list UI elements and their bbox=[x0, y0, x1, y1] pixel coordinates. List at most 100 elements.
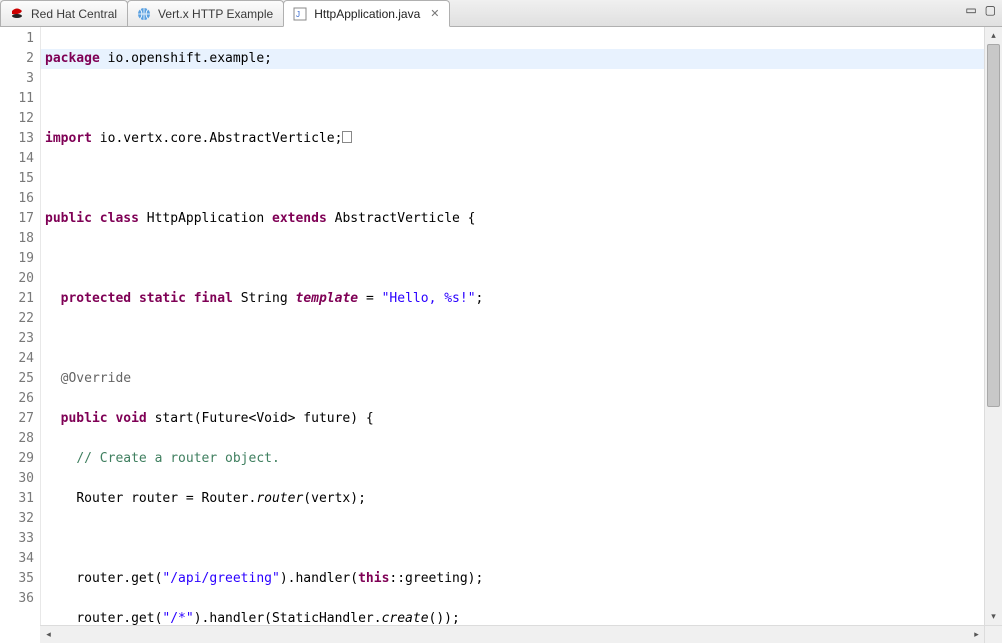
keyword: void bbox=[115, 411, 146, 426]
line-number: 20 bbox=[0, 269, 40, 289]
code-text: ::greeting); bbox=[389, 571, 483, 586]
line-number: 1 bbox=[0, 29, 40, 49]
code-text: AbstractVerticle { bbox=[327, 211, 476, 226]
horizontal-scrollbar[interactable]: ◂ ▸ bbox=[40, 625, 985, 643]
code-line[interactable] bbox=[41, 329, 984, 349]
keyword: class bbox=[100, 211, 139, 226]
tab-red-hat-central[interactable]: Red Hat Central bbox=[0, 0, 128, 26]
tab-label: Vert.x HTTP Example bbox=[158, 7, 273, 21]
line-number: 35 bbox=[0, 569, 40, 589]
line-number: 17 bbox=[0, 209, 40, 229]
code-line[interactable] bbox=[41, 89, 984, 109]
scroll-corner bbox=[984, 625, 1002, 643]
scroll-thumb[interactable] bbox=[987, 44, 1000, 407]
code-body[interactable]: package io.openshift.example; import io.… bbox=[41, 27, 984, 625]
method: create bbox=[382, 611, 429, 625]
close-icon[interactable]: ✕ bbox=[430, 7, 439, 20]
scroll-left-icon[interactable]: ◂ bbox=[40, 626, 57, 643]
code-text: start(Future<Void> future) { bbox=[147, 411, 374, 426]
line-number: 15 bbox=[0, 169, 40, 189]
scroll-track[interactable] bbox=[985, 44, 1002, 608]
code-text: io.vertx.core.AbstractVerticle; bbox=[92, 131, 342, 146]
keyword: package bbox=[45, 51, 100, 66]
code-text: HttpApplication bbox=[139, 211, 272, 226]
line-number: 26 bbox=[0, 389, 40, 409]
line-number: 27 bbox=[0, 409, 40, 429]
code-line[interactable]: @Override bbox=[41, 369, 984, 389]
line-number: 31 bbox=[0, 489, 40, 509]
keyword: this bbox=[358, 571, 389, 586]
line-number: 24 bbox=[0, 349, 40, 369]
pane-controls: ▭ ▢ bbox=[965, 3, 996, 17]
vertical-scrollbar[interactable]: ▴ ▾ bbox=[984, 27, 1002, 625]
code-text: ).handler(StaticHandler. bbox=[194, 611, 382, 625]
line-number: 3 bbox=[0, 69, 40, 89]
code-text: String bbox=[233, 291, 296, 306]
method: router bbox=[256, 491, 303, 506]
code-text: router.get( bbox=[76, 611, 162, 625]
java-file-icon: J bbox=[292, 6, 308, 22]
keyword: final bbox=[194, 291, 233, 306]
keyword: static bbox=[139, 291, 186, 306]
code-text: router.get( bbox=[76, 571, 162, 586]
code-text: = bbox=[358, 291, 381, 306]
field: template bbox=[296, 291, 359, 306]
code-line[interactable]: package io.openshift.example; bbox=[41, 49, 984, 69]
maximize-button[interactable]: ▢ bbox=[985, 3, 996, 17]
code-text: Router router = Router. bbox=[76, 491, 256, 506]
tab-label: Red Hat Central bbox=[31, 7, 117, 21]
line-number: 21 bbox=[0, 289, 40, 309]
code-line[interactable] bbox=[41, 249, 984, 269]
line-number: 12 bbox=[0, 109, 40, 129]
editor-scroll-pane: 1 2 3 11 12 13 14 15 16 17 18 19 20 21 2… bbox=[0, 27, 1002, 625]
line-number: 14 bbox=[0, 149, 40, 169]
line-number: 18 bbox=[0, 229, 40, 249]
line-number: 23 bbox=[0, 329, 40, 349]
scroll-down-icon[interactable]: ▾ bbox=[985, 608, 1002, 625]
line-number: 19 bbox=[0, 249, 40, 269]
keyword: public bbox=[61, 411, 108, 426]
fold-indicator-icon[interactable] bbox=[342, 131, 352, 143]
line-number: 30 bbox=[0, 469, 40, 489]
svg-text:J: J bbox=[296, 10, 300, 19]
keyword: extends bbox=[272, 211, 327, 226]
keyword: import bbox=[45, 131, 92, 146]
code-line[interactable] bbox=[41, 529, 984, 549]
comment: // Create a router object. bbox=[76, 451, 280, 466]
scroll-track[interactable] bbox=[57, 626, 968, 643]
tab-http-application[interactable]: J HttpApplication.java ✕ bbox=[283, 0, 450, 27]
code-line[interactable]: Router router = Router.router(vertx); bbox=[41, 489, 984, 509]
code-line[interactable]: // Create a router object. bbox=[41, 449, 984, 469]
scroll-up-icon[interactable]: ▴ bbox=[985, 27, 1002, 44]
code-line[interactable]: router.get("/api/greeting").handler(this… bbox=[41, 569, 984, 589]
code-line[interactable]: public void start(Future<Void> future) { bbox=[41, 409, 984, 429]
code-line[interactable] bbox=[41, 169, 984, 189]
tab-label: HttpApplication.java bbox=[314, 7, 420, 21]
code-line[interactable]: protected static final String template =… bbox=[41, 289, 984, 309]
tab-vertx-example[interactable]: Vert.x HTTP Example bbox=[127, 0, 284, 26]
code-line[interactable]: router.get("/*").handler(StaticHandler.c… bbox=[41, 609, 984, 625]
keyword: public bbox=[45, 211, 92, 226]
minimize-button[interactable]: ▭ bbox=[965, 3, 976, 17]
string: "/api/greeting" bbox=[162, 571, 279, 586]
line-number: 29 bbox=[0, 449, 40, 469]
code-text: (vertx); bbox=[303, 491, 366, 506]
line-number: 32 bbox=[0, 509, 40, 529]
line-number: 2 bbox=[0, 49, 40, 69]
keyword: protected bbox=[61, 291, 131, 306]
annotation: @Override bbox=[61, 371, 131, 386]
string: "/*" bbox=[162, 611, 193, 625]
line-number: 33 bbox=[0, 529, 40, 549]
scroll-right-icon[interactable]: ▸ bbox=[968, 626, 985, 643]
code-text: ; bbox=[476, 291, 484, 306]
editor-area: 1 2 3 11 12 13 14 15 16 17 18 19 20 21 2… bbox=[0, 27, 1002, 643]
string: "Hello, %s!" bbox=[382, 291, 476, 306]
gutter: 1 2 3 11 12 13 14 15 16 17 18 19 20 21 2… bbox=[0, 27, 41, 625]
code-text: ).handler( bbox=[280, 571, 358, 586]
red-hat-icon bbox=[9, 6, 25, 22]
line-number: 36 bbox=[0, 589, 40, 609]
editor-window: Red Hat Central Vert.x HTTP Example J Ht… bbox=[0, 0, 1002, 643]
line-number: 28 bbox=[0, 429, 40, 449]
code-line[interactable]: public class HttpApplication extends Abs… bbox=[41, 209, 984, 229]
code-line[interactable]: import io.vertx.core.AbstractVerticle; bbox=[41, 129, 984, 149]
